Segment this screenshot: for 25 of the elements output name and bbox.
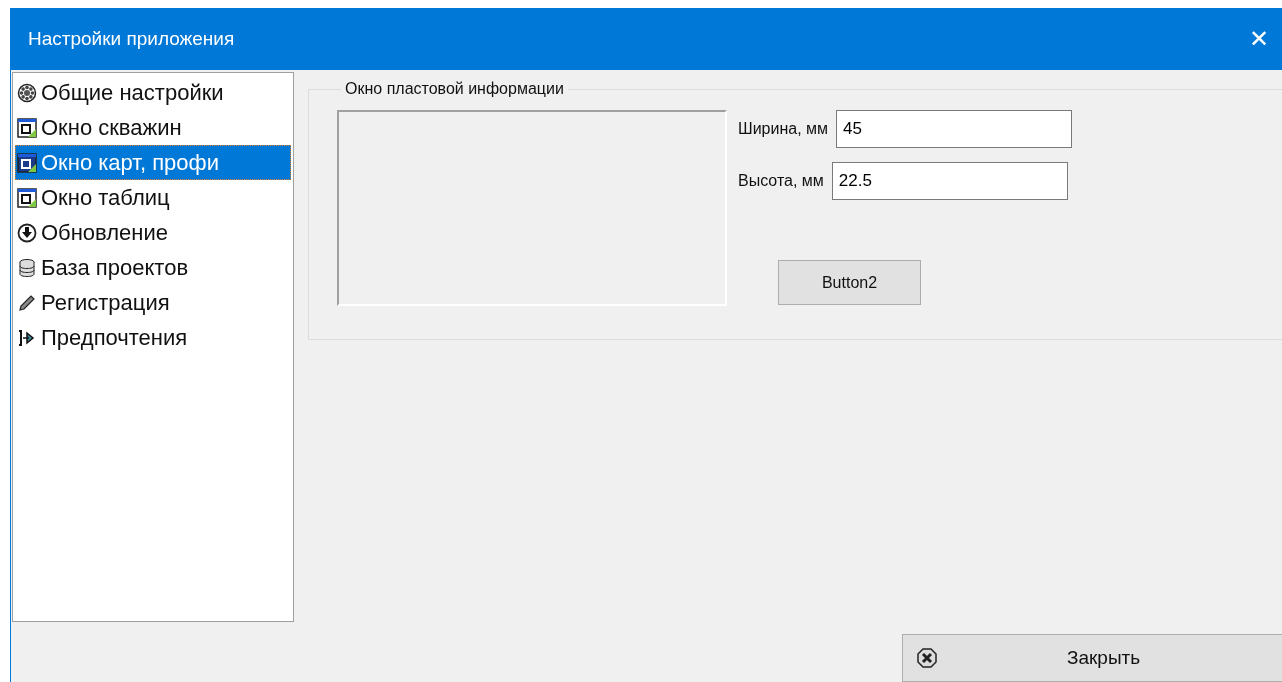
input-field[interactable]: 22.5 xyxy=(831,162,1068,200)
window-title: Настройки приложения xyxy=(28,28,235,50)
sidebar-item[interactable]: База проектов xyxy=(13,250,293,285)
sidebar-item[interactable]: Предпочтения xyxy=(13,320,293,355)
sidebar-item[interactable]: Окно скважин xyxy=(13,110,293,145)
download-icon xyxy=(17,222,37,243)
sidebar-item[interactable]: Регистрация xyxy=(13,285,293,320)
sidebar-item[interactable]: Общие настройки xyxy=(13,75,293,110)
window-icon xyxy=(17,152,37,173)
action-button[interactable]: Button2 xyxy=(778,260,921,305)
close-button[interactable]: ✕ xyxy=(1236,16,1282,62)
sidebar-item[interactable]: Окно таблиц xyxy=(13,180,293,215)
window-icon xyxy=(17,117,37,138)
window-icon xyxy=(17,187,37,208)
sidebar-item[interactable]: Обновление xyxy=(13,215,293,250)
sidebar-item[interactable]: Окно карт, профи xyxy=(15,145,291,180)
field-label: Ширина, мм xyxy=(738,120,829,138)
gear-icon xyxy=(17,82,37,103)
close-icon xyxy=(917,648,937,668)
field-label: Высота, мм xyxy=(738,172,824,190)
arrow-icon xyxy=(17,327,37,348)
group-title: Окно пластовой информации xyxy=(344,80,565,98)
database-icon xyxy=(17,257,37,278)
input-field[interactable]: 45 xyxy=(836,110,1073,148)
close-dialog-button[interactable]: Закрыть xyxy=(902,634,1282,682)
